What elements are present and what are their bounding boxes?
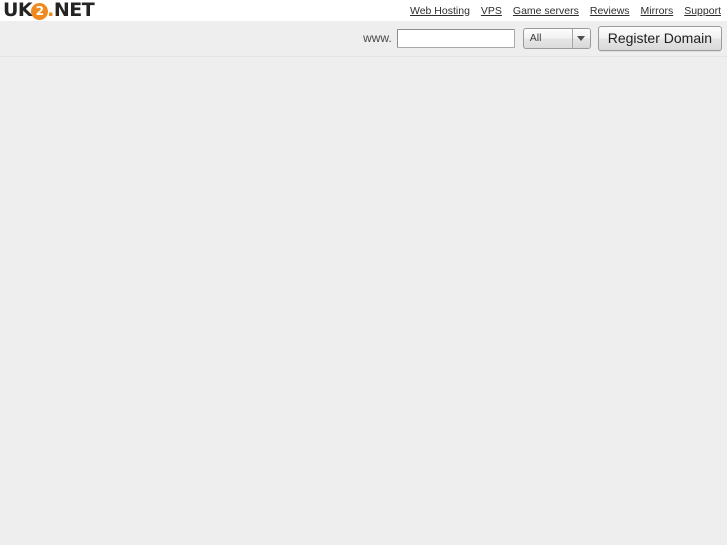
chevron-down-icon[interactable] (571, 28, 590, 48)
nav-link-support[interactable]: Support (684, 5, 721, 17)
logo-dot: . (47, 0, 54, 21)
domain-search-input[interactable] (396, 28, 515, 48)
nav-link-reviews[interactable]: Reviews (590, 5, 630, 17)
domain-search-bar: www. All Register Domain (0, 21, 727, 57)
site-logo[interactable]: UK 2. NET (3, 0, 95, 21)
logo-text-suffix: NET (53, 0, 95, 21)
page-content-area (0, 57, 727, 545)
nav-link-web-hosting[interactable]: Web Hosting (410, 5, 470, 17)
domain-search-form: www. All Register Domain (363, 25, 722, 51)
www-prefix-label: www. (363, 31, 392, 45)
register-domain-button[interactable]: Register Domain (597, 25, 722, 51)
logo-badge-icon: 2 (31, 3, 49, 20)
nav-link-mirrors[interactable]: Mirrors (641, 5, 674, 17)
tld-select-value: All (529, 32, 542, 44)
top-bar: UK 2. NET Web Hosting VPS Game servers Rev… (0, 0, 727, 21)
nav-link-game-servers[interactable]: Game servers (513, 5, 579, 17)
tld-select[interactable]: All (522, 27, 591, 49)
main-navigation: Web Hosting VPS Game servers Reviews Mir… (410, 3, 721, 18)
nav-link-vps[interactable]: VPS (481, 5, 502, 17)
logo-text-prefix: UK (3, 0, 33, 21)
